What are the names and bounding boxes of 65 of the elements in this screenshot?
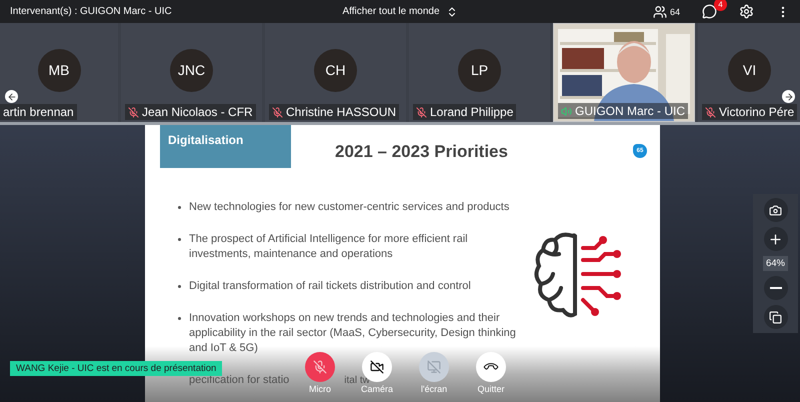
chat-icon — [702, 4, 717, 19]
mic-off-icon — [705, 106, 716, 118]
slide-title: 2021 – 2023 Priorities — [335, 142, 508, 162]
zoom-level: 64% — [762, 256, 788, 271]
bullet-text: pecification for statio — [189, 373, 290, 388]
presenter-banner: WANG Kejie - UIC est en cours de présentation — [10, 361, 222, 376]
avatar: LP — [458, 48, 501, 92]
participant-name: Jean Nicolaos - CFR — [125, 104, 256, 120]
speaker-icon — [561, 106, 572, 116]
participants-button[interactable]: 64 — [652, 4, 680, 18]
camera-icon — [769, 204, 782, 216]
snapshot-button[interactable] — [764, 198, 788, 222]
notification-badge: 4 — [714, 0, 727, 11]
bullet-text: The prospect of Artificial Intelligence for more efficient rail investments, maintenance and operations — [189, 232, 468, 262]
copy-icon — [769, 310, 782, 324]
leave-button[interactable] — [476, 352, 506, 382]
control-label: Micro — [309, 384, 331, 394]
section-label: Digitalisation — [160, 125, 291, 168]
view-toggle[interactable]: Afficher tout le monde — [342, 6, 458, 18]
bullet-dot — [178, 285, 181, 288]
bullet-dot — [178, 317, 181, 320]
mic-off-icon — [272, 106, 283, 118]
bullet-text: Innovation workshops on new trends and technologies and their applicability in the rail sector (MaaS, Cybersecurity, Design thinking and IoT & 5G) — [189, 311, 516, 356]
bullet-dot — [178, 238, 181, 241]
minus-icon — [770, 287, 782, 289]
video-off-icon — [370, 360, 384, 374]
bullet-text: Digital transformation of rail tickets distribution and control — [189, 279, 471, 294]
copy-button[interactable] — [764, 305, 788, 329]
avatar: VI — [728, 48, 771, 92]
control-label: l'écran — [420, 384, 448, 394]
plus-icon — [768, 232, 783, 246]
people-icon — [652, 4, 667, 18]
arrow-right-icon — [784, 92, 794, 102]
mic-off-icon — [313, 360, 327, 374]
bullet-text: ital tw — [344, 374, 370, 386]
participant-name: artin brennan — [0, 104, 77, 120]
control-label: Caméra — [360, 384, 393, 394]
participant-name: GUIGON Marc - UIC — [558, 103, 688, 119]
avatar: MB — [38, 48, 80, 92]
settings-button[interactable] — [739, 4, 754, 19]
bullet-text: New technologies for new customer-centric services and products — [189, 200, 510, 215]
speaker-label: Intervenant(s) : GUIGON Marc - UIC — [10, 6, 172, 17]
avatar: JNC — [170, 48, 213, 92]
camera-button[interactable] — [362, 352, 392, 382]
participant-name: Christine HASSOUN — [269, 104, 400, 120]
bullet-dot — [178, 206, 181, 209]
participant-tile[interactable]: LP Lorand Philippe — [409, 23, 550, 122]
participant-tile[interactable]: MB artin brennan — [0, 23, 118, 122]
participant-tile[interactable]: JNC Jean Nicolaos - CFR — [121, 23, 262, 122]
avatar: CH — [314, 48, 357, 92]
monitor-off-icon — [427, 360, 441, 374]
settings-icon — [739, 4, 754, 19]
control-label: Quitter — [477, 384, 504, 394]
arrow-left-icon — [6, 92, 16, 102]
participant-name: Lorand Philippe — [413, 104, 516, 120]
participant-tile[interactable]: VI Victorino Pére — [698, 23, 800, 122]
chat-button[interactable] — [702, 4, 717, 19]
zoom-in-button[interactable] — [764, 227, 788, 251]
zoom-out-button[interactable] — [764, 276, 788, 300]
participant-name: Victorino Pére — [702, 104, 798, 120]
participant-tile[interactable]: GUIGON Marc - UIC — [553, 23, 695, 122]
mic-button[interactable] — [305, 352, 335, 382]
mic-off-icon — [416, 106, 427, 118]
participant-tile[interactable]: CH Christine HASSOUN — [265, 23, 406, 122]
mic-off-icon — [128, 106, 139, 118]
